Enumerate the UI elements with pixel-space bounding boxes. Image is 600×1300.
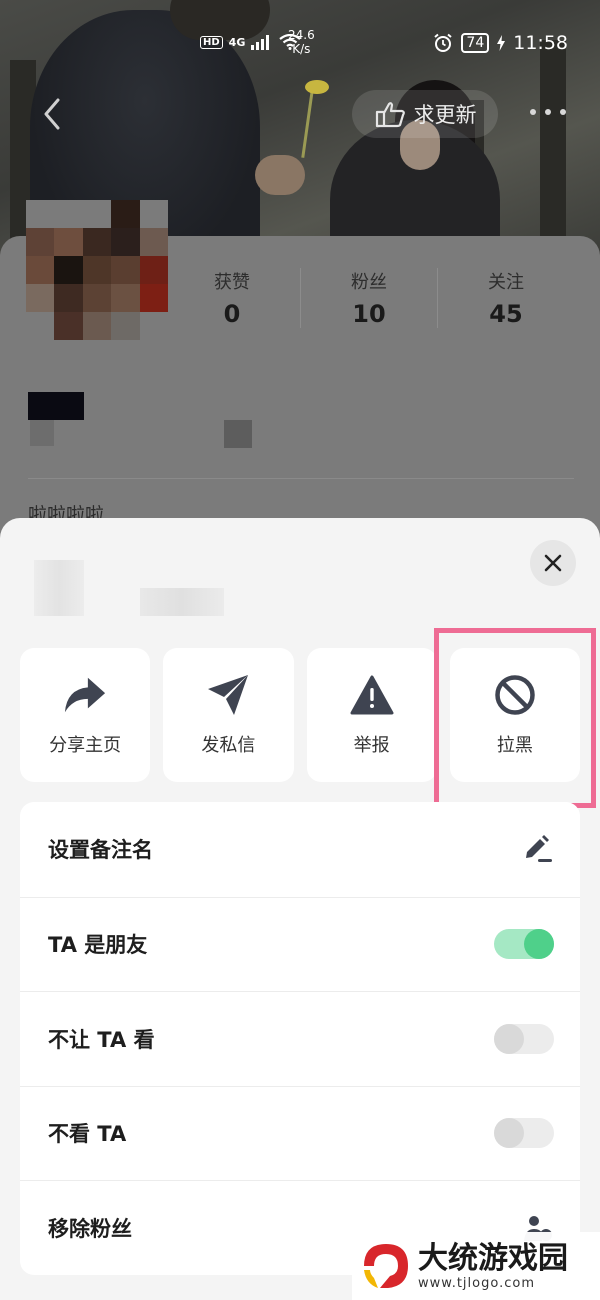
action-label: 发私信 [201,735,256,756]
row-label: 不看 TA [48,1122,127,1147]
stat-value: 45 [489,300,523,328]
is-friend-row: TA 是朋友 [20,896,580,992]
network-type: 4G [228,35,246,49]
hide-from-row: 不让 TA 看 [20,991,580,1086]
more-dot-icon [560,109,566,115]
chevron-left-icon [44,98,60,130]
row-label: 移除粉丝 [48,1216,132,1241]
user-id-redacted [30,420,54,446]
network-speed: 24.6 K/s [288,28,315,56]
watermark-logo-icon [364,1244,408,1288]
action-sheet: 分享主页 发私信 举报 拉黑 设置备注名 TA 是朋友 不让 TA 看 不看 T… [0,518,600,1300]
back-button[interactable] [38,96,68,132]
block-button[interactable]: 拉黑 [449,648,580,782]
share-profile-button[interactable]: 分享主页 [20,648,151,782]
row-label: 设置备注名 [48,838,153,863]
more-button[interactable] [530,100,566,124]
row-label: 不让 TA 看 [48,1027,155,1052]
warning-icon [350,673,394,717]
alarm-icon [434,33,453,52]
more-dot-icon [545,109,551,115]
stat-value: 0 [223,300,241,328]
send-message-button[interactable]: 发私信 [163,648,294,782]
close-button[interactable] [530,540,576,586]
speed-value: 24.6 [288,28,315,42]
edit-pencil-icon[interactable] [522,834,554,864]
row-label: TA 是朋友 [48,933,148,958]
clock: 11:58 [513,32,568,54]
action-label: 分享主页 [49,735,122,756]
username-redacted [28,392,84,420]
set-remark-row[interactable]: 设置备注名 [20,802,580,897]
watermark-title: 大统游戏园 [418,1240,568,1276]
stat-fans[interactable]: 粉丝 10 [300,268,437,328]
close-icon [544,554,562,572]
profile-stats: 获赞 0 粉丝 10 关注 45 [164,268,574,328]
battery-level: 74 [461,33,490,53]
request-update-label: 求更新 [413,103,477,127]
site-watermark: 大统游戏园 www.tjlogo.com [352,1232,600,1300]
divider [28,478,574,479]
share-icon [63,673,107,717]
block-icon [493,673,537,717]
stat-following[interactable]: 关注 45 [437,268,574,328]
charging-icon [497,35,506,51]
more-dot-icon [530,109,536,115]
signal-icon [251,35,270,50]
action-grid: 分享主页 发私信 举报 拉黑 [20,648,580,782]
mute-row: 不看 TA [20,1085,580,1181]
action-label: 拉黑 [496,735,533,756]
avatar[interactable] [26,200,168,340]
flower [305,80,329,94]
stat-label: 粉丝 [351,272,387,293]
request-update-button[interactable]: 求更新 [352,90,498,138]
user-id-redacted [224,420,252,448]
sheet-username-redacted [34,560,84,616]
report-button[interactable]: 举报 [306,648,437,782]
stat-value: 10 [352,300,386,328]
stat-label: 获赞 [214,272,250,293]
watermark-url: www.tjlogo.com [418,1275,535,1291]
settings-list: 设置备注名 TA 是朋友 不让 TA 看 不看 TA 移除粉丝 [20,802,580,1275]
stat-label: 关注 [488,272,524,293]
hide-from-toggle[interactable] [494,1023,554,1054]
sheet-user-id-redacted [140,588,224,616]
mute-toggle[interactable] [494,1118,554,1149]
stat-likes[interactable]: 获赞 0 [164,268,300,328]
status-bar: HD 4G 24.6 K/s 74 11:58 [0,28,600,62]
is-friend-toggle[interactable] [494,929,554,960]
speed-unit: K/s [292,42,311,56]
send-icon [206,673,250,717]
hd-badge: HD [200,35,223,49]
action-label: 举报 [353,735,390,756]
pointing-hand-icon [375,102,405,128]
